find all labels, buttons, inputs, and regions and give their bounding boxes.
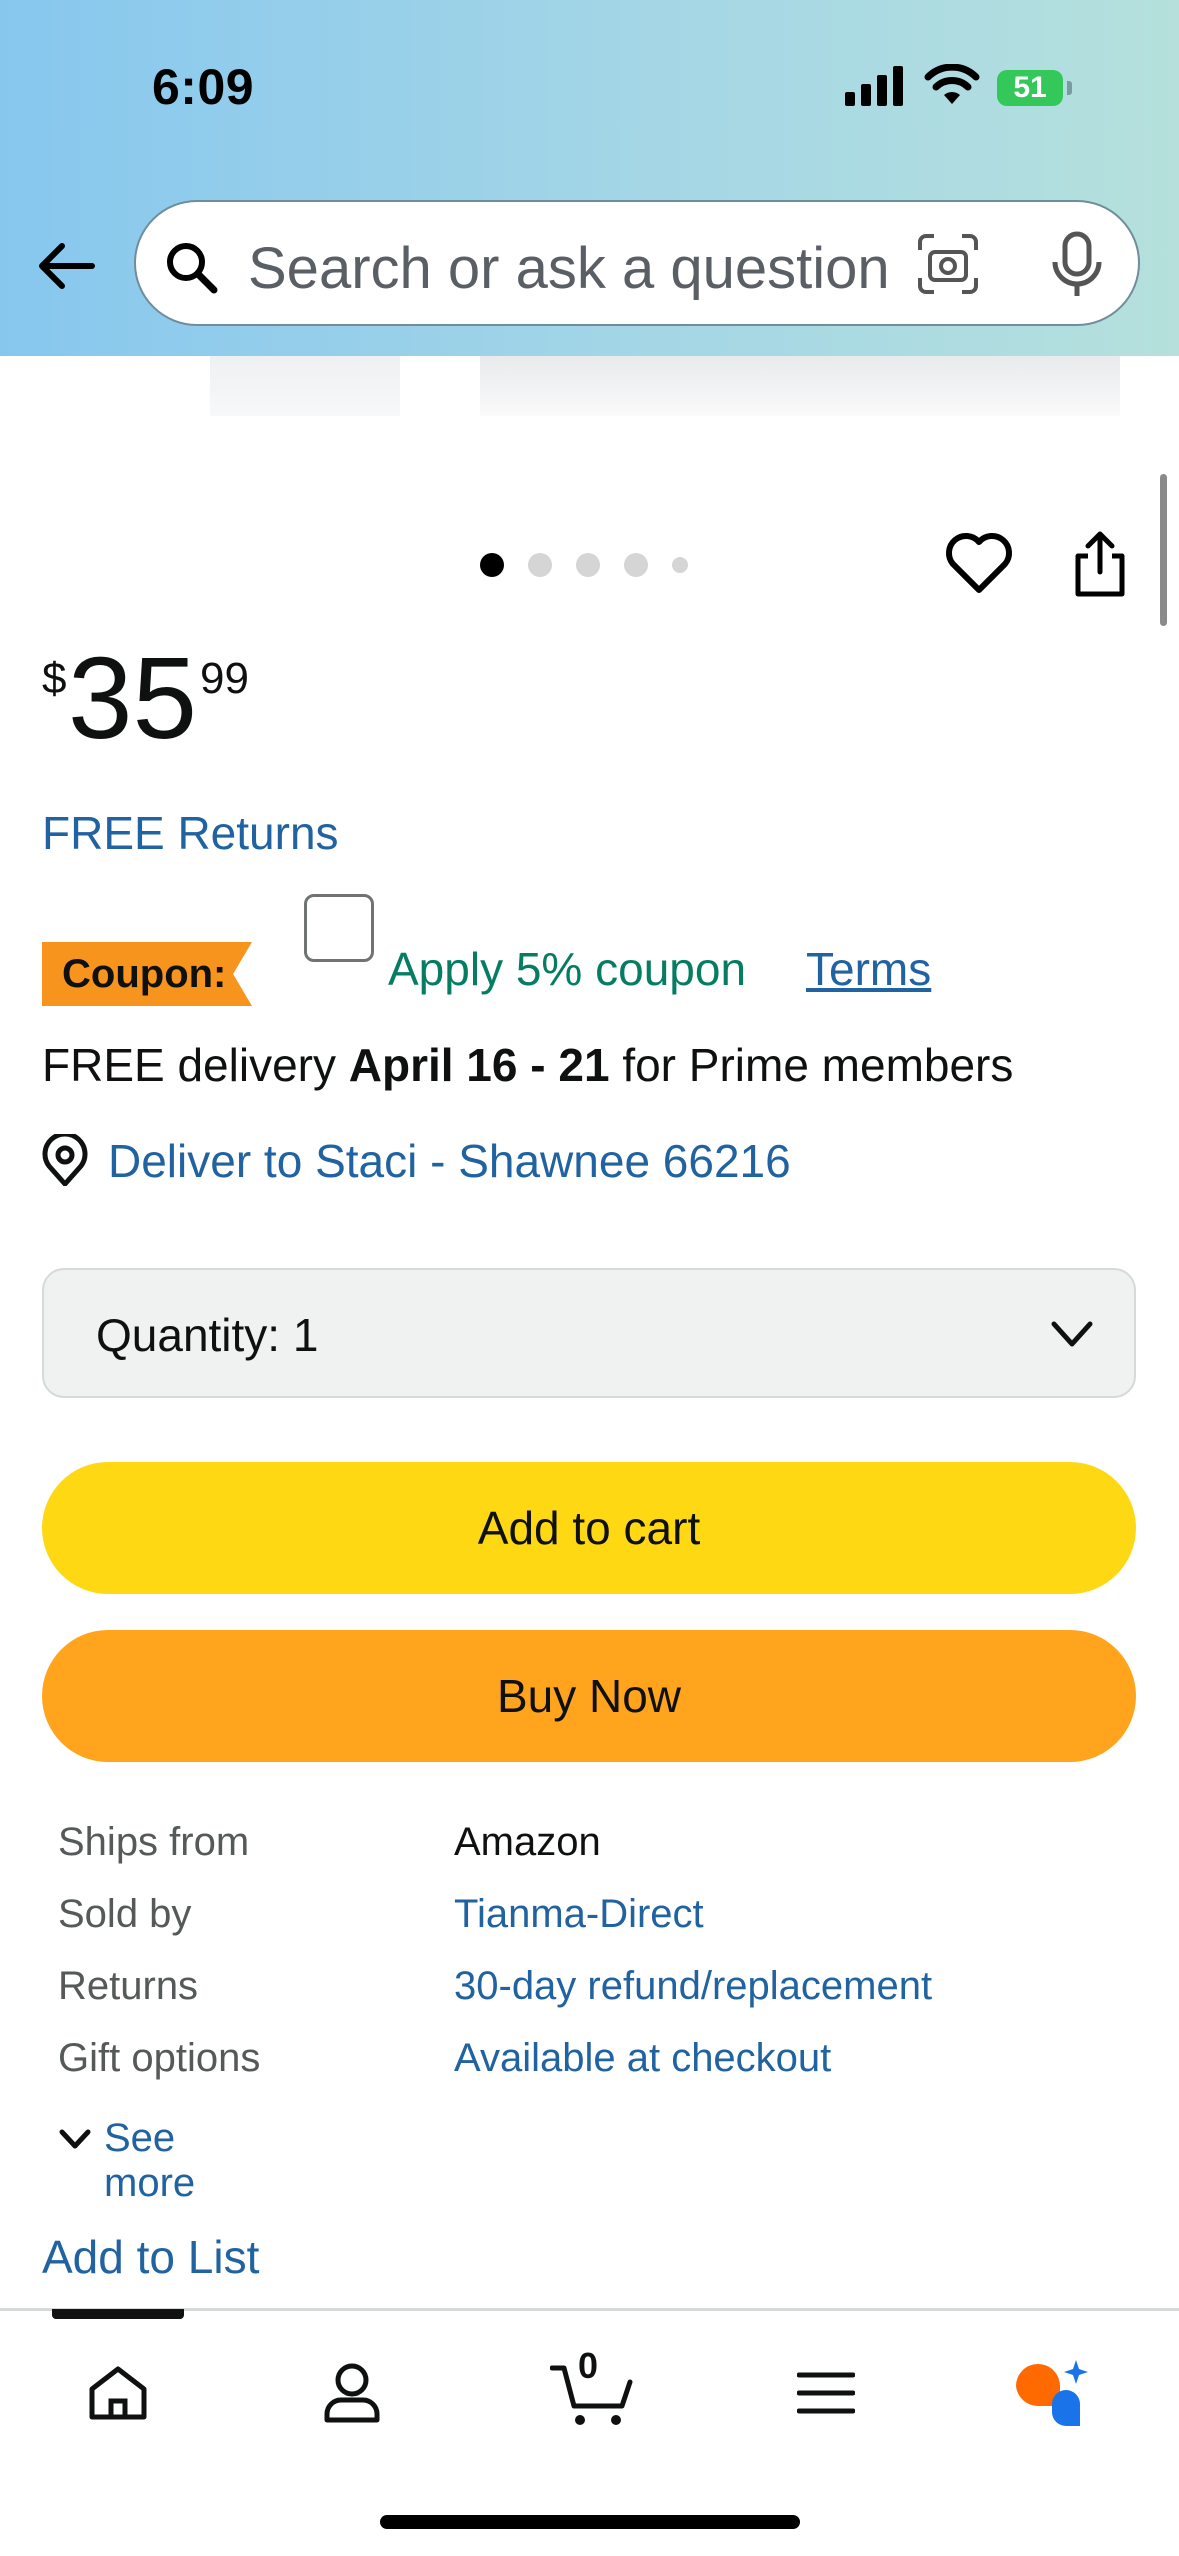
home-indicator[interactable]	[380, 2515, 800, 2529]
buy-now-button[interactable]: Buy Now	[42, 1630, 1136, 1762]
nav-home[interactable]	[78, 2353, 158, 2433]
nav-account[interactable]	[312, 2353, 392, 2433]
apply-coupon-checkbox[interactable]	[304, 894, 374, 962]
account-icon	[324, 2363, 380, 2423]
info-key: Ships from	[58, 1820, 250, 1864]
info-row-ships-from: Ships from Amazon	[58, 1820, 1118, 1876]
scrollbar[interactable]	[1160, 474, 1167, 626]
active-tab-indicator	[52, 2309, 184, 2319]
coupon-terms-link[interactable]: Terms	[806, 942, 931, 996]
pagination-dot[interactable]	[528, 553, 552, 577]
info-row-gift-options: Gift options Available at checkout	[58, 2036, 1118, 2092]
search-input[interactable]: Search or ask a question	[248, 235, 948, 302]
battery-tip	[1067, 81, 1072, 95]
nav-cart[interactable]: 0	[548, 2345, 638, 2433]
info-key: Returns	[58, 1964, 199, 2008]
microphone-icon[interactable]	[1050, 230, 1104, 300]
info-key: Gift options	[58, 2036, 261, 2080]
rufus-ai-icon	[1016, 2360, 1088, 2426]
header: 6:09 51 Search or ask a question	[0, 0, 1179, 356]
delivery-prefix: FREE delivery	[42, 1039, 336, 1091]
search-bar[interactable]: Search or ask a question	[134, 200, 1140, 326]
pagination-dot[interactable]	[480, 553, 504, 577]
chevron-down-icon	[1051, 1321, 1093, 1347]
pagination-dot[interactable]	[576, 553, 600, 577]
pagination-dot[interactable]	[624, 553, 648, 577]
gift-options-link[interactable]: Available at checkout	[454, 2036, 831, 2081]
delivery-suffix: for Prime members	[622, 1039, 1014, 1091]
back-arrow-icon	[39, 243, 95, 289]
info-row-returns: Returns 30-day refund/replacement	[58, 1964, 1118, 2020]
battery-level: 51	[1013, 71, 1047, 104]
location-pin-icon	[42, 1134, 88, 1186]
apply-coupon-label[interactable]: Apply 5% coupon	[388, 942, 746, 996]
search-icon	[167, 243, 218, 294]
quantity-value: 1	[292, 1309, 319, 1361]
chevron-down-icon	[59, 2129, 91, 2149]
product-image-fragment	[480, 356, 1120, 416]
share-icon[interactable]	[1070, 530, 1130, 598]
status-time: 6:09	[152, 59, 255, 115]
price-whole: 35	[68, 633, 198, 763]
product-image-fragment	[210, 356, 400, 416]
coupon-badge: Coupon:	[42, 942, 252, 1006]
free-returns-link[interactable]: FREE Returns	[42, 806, 339, 860]
wishlist-heart-icon[interactable]	[944, 530, 1014, 596]
cellular-signal-icon	[845, 66, 903, 106]
returns-policy-link[interactable]: 30-day refund/replacement	[454, 1964, 932, 2009]
back-button[interactable]	[32, 236, 100, 296]
add-to-cart-button[interactable]: Add to cart	[42, 1462, 1136, 1594]
price-currency-symbol: $	[42, 654, 67, 703]
quantity-label: Quantity: 1	[96, 1308, 318, 1362]
nav-menu[interactable]	[786, 2353, 866, 2433]
price-fraction: 99	[200, 654, 249, 703]
see-more-label[interactable]: See more	[104, 2116, 195, 2206]
battery-indicator: 51	[997, 70, 1063, 106]
info-key: Sold by	[58, 1892, 192, 1936]
wifi-icon	[924, 64, 980, 104]
deliver-to-text[interactable]: Deliver to Staci - Shawnee 66216	[108, 1134, 791, 1188]
info-value: Amazon	[454, 1820, 601, 1864]
add-to-list-link[interactable]: Add to List	[42, 2230, 259, 2284]
delivery-info: FREE delivery April 16 - 21 for Prime me…	[42, 1038, 1013, 1092]
delivery-dates: April 16 - 21	[348, 1039, 610, 1091]
info-row-sold-by: Sold by Tianma-Direct	[58, 1892, 1118, 1948]
pagination-dot[interactable]	[672, 557, 688, 573]
seller-link[interactable]: Tianma-Direct	[454, 1892, 704, 1937]
quantity-label-text: Quantity:	[96, 1309, 281, 1361]
image-pagination-dots[interactable]	[480, 550, 712, 580]
camera-lens-icon[interactable]	[916, 232, 980, 296]
product-image-gallery[interactable]	[0, 356, 1179, 416]
cart-count-badge: 0	[578, 2345, 599, 2386]
quantity-dropdown[interactable]: Quantity: 1	[42, 1268, 1136, 1398]
menu-icon	[797, 2372, 855, 2414]
home-icon	[89, 2366, 147, 2420]
nav-rufus[interactable]	[1012, 2353, 1092, 2433]
